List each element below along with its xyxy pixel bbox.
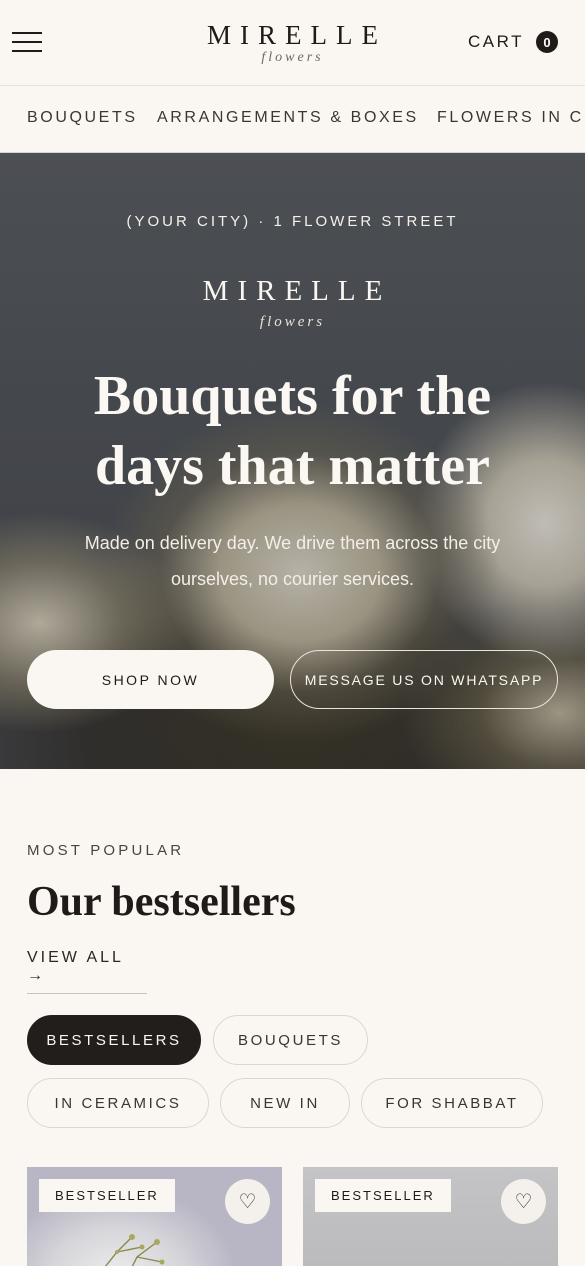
filter-bestsellers[interactable]: BESTSELLERS [27, 1015, 201, 1065]
product-card[interactable]: BESTSELLER ♡ [303, 1167, 558, 1266]
hero-logo-tagline: flowers [259, 314, 326, 330]
nav-item-flowers-in-ceramics[interactable]: FLOWERS IN CERAMICS [437, 109, 585, 127]
section-eyebrow: MOST POPULAR [27, 842, 185, 859]
cart-button[interactable]: CART 0 [468, 31, 558, 53]
cart-count-badge: 0 [536, 31, 558, 53]
hero-address: (YOUR CITY) · 1 FLOWER STREET [126, 213, 459, 230]
bestseller-badge: BESTSELLER [315, 1179, 451, 1212]
nav-item-bouquets[interactable]: BOUQUETS [27, 109, 138, 127]
hero-subtitle: Made on delivery day. We drive them acro… [84, 533, 501, 589]
product-card[interactable]: BESTSELLER ♡ [27, 1167, 282, 1266]
filter-in-ceramics[interactable]: IN CERAMICS [27, 1078, 209, 1128]
filter-bouquets[interactable]: BOUQUETS [213, 1015, 368, 1065]
bestseller-badge: BESTSELLER [39, 1179, 175, 1212]
heart-icon[interactable]: ♡ [225, 1179, 270, 1224]
category-nav: BOUQUETS ARRANGEMENTS & BOXES FLOWERS IN… [0, 87, 585, 153]
hero-banner: (YOUR CITY) · 1 FLOWER STREET MIRELLE fl… [0, 153, 585, 769]
product-image [104, 1234, 165, 1266]
filter-for-shabbat[interactable]: FOR SHABBAT [361, 1078, 543, 1128]
site-header: MIRELLE flowers CART 0 [0, 0, 585, 86]
filter-new-in[interactable]: NEW IN [220, 1078, 350, 1128]
hero-logo-wordmark: MIRELLE [202, 275, 392, 307]
hero-title: Bouquets for the days that matter [0, 361, 585, 501]
whatsapp-button[interactable]: MESSAGE US ON WHATSAPP [290, 650, 558, 709]
nav-item-arrangements-boxes[interactable]: ARRANGEMENTS & BOXES [157, 109, 419, 127]
view-all-link[interactable]: VIEW ALL → [27, 949, 147, 994]
hero-title-line-2: days that matter [94, 435, 491, 497]
cart-label: CART [468, 32, 524, 51]
heart-icon[interactable]: ♡ [501, 1179, 546, 1224]
hero-title-line-1: Bouquets for the [93, 365, 492, 427]
shop-now-button[interactable]: SHOP NOW [27, 650, 274, 709]
section-title: Our bestsellers [27, 879, 296, 925]
